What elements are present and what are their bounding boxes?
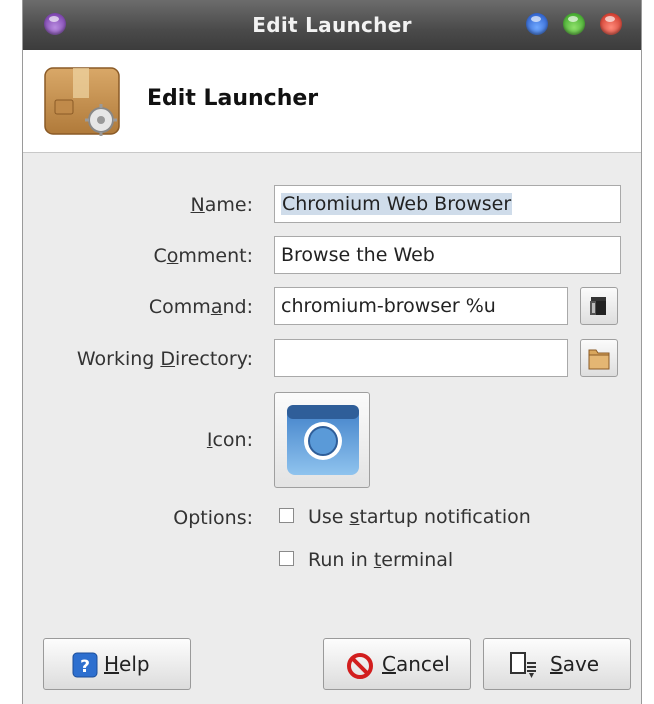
save-icon [510,652,536,678]
folder-icon [588,349,610,370]
working-directory-field[interactable] [274,339,568,377]
name-label: Name: [190,194,253,216]
close-button[interactable] [600,13,622,35]
maximize-button[interactable] [563,13,585,35]
dialog-header: Edit Launcher [23,50,641,153]
window-title: Edit Launcher [252,13,412,37]
browse-command-button[interactable] [580,287,618,325]
options-label: Options: [173,507,253,529]
title-bar[interactable]: Edit Launcher [23,0,641,50]
command-label: Command: [148,296,253,318]
name-field[interactable]: Chromium Web Browser [274,185,621,223]
cancel-icon [347,653,373,679]
startup-notification-label[interactable]: Use startup notification [308,506,531,528]
package-settings-icon [44,67,120,136]
run-in-terminal-label[interactable]: Run in terminal [308,549,453,571]
save-button[interactable]: Save [483,638,631,690]
chromium-icon [287,405,359,475]
icon-label: Icon: [206,429,253,451]
icon-picker-button[interactable] [274,392,370,488]
minimize-button[interactable] [526,13,548,35]
svg-text:?: ? [80,657,90,677]
comment-field[interactable]: Browse the Web [274,236,621,274]
edit-launcher-dialog: Edit Launcher Edit Launcher Name: Chromi… [22,0,642,704]
browse-directory-button[interactable] [580,339,618,377]
help-button[interactable]: ? Help [43,638,191,690]
application-icon [590,297,606,315]
working-directory-label: Working Directory: [76,348,253,370]
command-field[interactable]: chromium-browser %u [274,287,568,325]
help-icon: ? [72,652,98,678]
startup-notification-checkbox[interactable] [279,508,294,523]
dialog-heading: Edit Launcher [147,86,319,111]
comment-label: Comment: [153,245,253,267]
name-field-text: Chromium Web Browser [281,193,513,215]
run-in-terminal-checkbox[interactable] [279,551,294,566]
cancel-button[interactable]: Cancel [323,638,471,690]
